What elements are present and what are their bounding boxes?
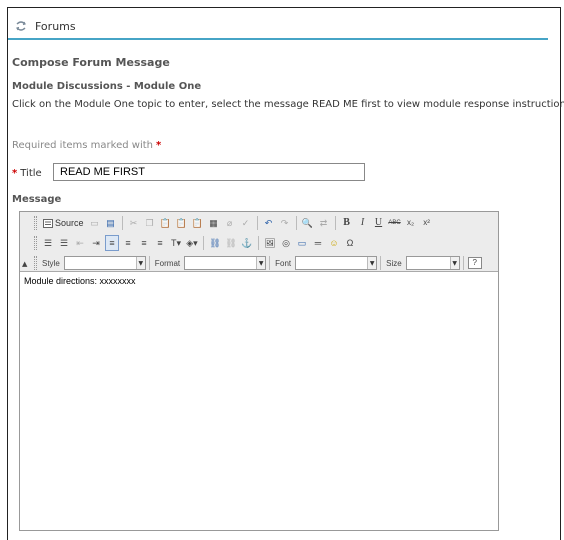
strikethrough-button[interactable]: ABC — [388, 215, 402, 231]
help-button[interactable]: ? — [467, 257, 482, 269]
bulleted-list-icon[interactable]: ☰ — [57, 235, 71, 251]
size-select[interactable]: ▼ — [405, 256, 460, 270]
toolbar-separator — [380, 256, 382, 270]
paste-word-icon[interactable]: 📋 — [191, 215, 205, 231]
toolbar-separator — [269, 256, 271, 270]
toolbar-separator — [295, 216, 297, 230]
font-label: Font — [275, 258, 292, 268]
subscript-button[interactable]: x₂ — [404, 215, 418, 231]
forums-title: Forums — [35, 19, 76, 33]
collapse-toolbar-icon[interactable]: ▲ — [22, 260, 27, 268]
justify-icon[interactable]: ≡ — [153, 235, 167, 251]
title-label-text: Title — [20, 167, 42, 179]
copy-icon[interactable]: ❐ — [143, 215, 157, 231]
forums-header: Forums — [8, 14, 548, 40]
page-title: Compose Forum Message — [12, 56, 170, 69]
flash-icon[interactable]: ◎ — [279, 235, 293, 251]
special-char-icon[interactable]: Ω — [343, 235, 357, 251]
save-icon[interactable]: ▭ — [88, 215, 102, 231]
redo-icon[interactable]: ↷ — [278, 215, 292, 231]
source-label: Source — [55, 217, 84, 228]
cut-icon[interactable]: ✂ — [127, 215, 141, 231]
toolbar-separator — [148, 256, 150, 270]
find-icon[interactable]: 🔍 — [301, 215, 315, 231]
undo-icon[interactable]: ↶ — [262, 215, 276, 231]
title-row: * Title — [12, 163, 365, 183]
toolbar-separator — [462, 256, 464, 270]
toolbar-separator — [121, 216, 123, 230]
toolbar-grip — [34, 216, 37, 230]
replace-icon[interactable]: ⇄ — [317, 215, 331, 231]
toolbar-separator — [258, 236, 259, 250]
unlink-icon[interactable]: ⛓ — [224, 235, 238, 251]
anchor-icon[interactable]: ⚓ — [240, 235, 254, 251]
toolbar-row-2: ☰ ☰ ⇤ ⇥ ≡ ≡ ≡ ≡ T▾ ◈▾ ⛓ ⛓ ⚓ 🖼 ◎ ▭ ═ ☺ Ω — [20, 234, 358, 252]
chevron-down-icon: ▼ — [449, 257, 459, 269]
remove-format-icon[interactable]: ⌀ — [223, 215, 237, 231]
outdent-icon[interactable]: ⇤ — [73, 235, 87, 251]
chevron-down-icon: ▼ — [256, 257, 266, 269]
indent-icon[interactable]: ⇥ — [89, 235, 103, 251]
title-label: * Title — [12, 168, 52, 179]
link-icon[interactable]: ⛓ — [208, 235, 222, 251]
numbered-list-icon[interactable]: ☰ — [41, 235, 55, 251]
horizontal-rule-icon[interactable]: ═ — [311, 235, 325, 251]
required-note: Required items marked with * — [12, 140, 161, 151]
toolbar-separator — [203, 236, 204, 250]
paste-text-icon[interactable]: 📋 — [175, 215, 189, 231]
required-note-text: Required items marked with — [12, 140, 153, 151]
title-required-star: * — [12, 167, 18, 179]
message-label: Message — [12, 194, 62, 205]
text-color-icon[interactable]: T▾ — [169, 235, 183, 251]
editor-toolbar: Source ▭ ▤ ✂ ❐ 📋 📋 📋 ▦ ⌀ ✓ ↶ ↷ 🔍 ⇄ B I U… — [20, 212, 498, 272]
toolbar-separator — [334, 216, 336, 230]
align-center-icon[interactable]: ≡ — [121, 235, 135, 251]
align-left-icon[interactable]: ≡ — [105, 235, 119, 251]
align-right-icon[interactable]: ≡ — [137, 235, 151, 251]
title-input[interactable] — [53, 163, 365, 181]
instructions-text: Click on the Module One topic to enter, … — [12, 99, 564, 110]
bg-color-icon[interactable]: ◈▾ — [185, 235, 199, 251]
required-star: * — [155, 140, 162, 151]
select-all-icon[interactable]: ▦ — [207, 215, 221, 231]
breadcrumb: Module Discussions - Module One — [12, 81, 202, 92]
style-label: Style — [42, 258, 60, 268]
source-button[interactable]: Source — [41, 215, 86, 231]
spellcheck-icon[interactable]: ✓ — [239, 215, 253, 231]
editor-content[interactable]: Module directions: xxxxxxxx — [20, 272, 498, 290]
toolbar-row-1: Source ▭ ▤ ✂ ❐ 📋 📋 📋 ▦ ⌀ ✓ ↶ ↷ 🔍 ⇄ B I U… — [20, 214, 435, 232]
format-label: Format — [154, 258, 181, 268]
new-page-icon[interactable]: ▤ — [104, 215, 118, 231]
smiley-icon[interactable]: ☺ — [327, 235, 341, 251]
bold-button[interactable]: B — [340, 215, 354, 231]
underline-button[interactable]: U — [372, 215, 386, 231]
forums-icon — [13, 19, 29, 33]
chevron-down-icon: ▼ — [367, 257, 377, 269]
paste-icon[interactable]: 📋 — [159, 215, 173, 231]
toolbar-separator — [256, 216, 258, 230]
format-select[interactable]: ▼ — [184, 256, 267, 270]
image-icon[interactable]: 🖼 — [263, 235, 277, 251]
table-icon[interactable]: ▭ — [295, 235, 309, 251]
toolbar-row-3: Style ▼ Format ▼ Font ▼ Size ▼ ? — [20, 254, 483, 272]
toolbar-grip — [34, 236, 37, 250]
toolbar-grip — [34, 256, 37, 270]
italic-button[interactable]: I — [356, 215, 370, 231]
font-select[interactable]: ▼ — [295, 256, 378, 270]
superscript-button[interactable]: x² — [420, 215, 434, 231]
rich-text-editor: Source ▭ ▤ ✂ ❐ 📋 📋 📋 ▦ ⌀ ✓ ↶ ↷ 🔍 ⇄ B I U… — [19, 211, 499, 531]
chevron-down-icon: ▼ — [135, 257, 145, 269]
size-label: Size — [386, 258, 402, 268]
style-select[interactable]: ▼ — [63, 256, 146, 270]
